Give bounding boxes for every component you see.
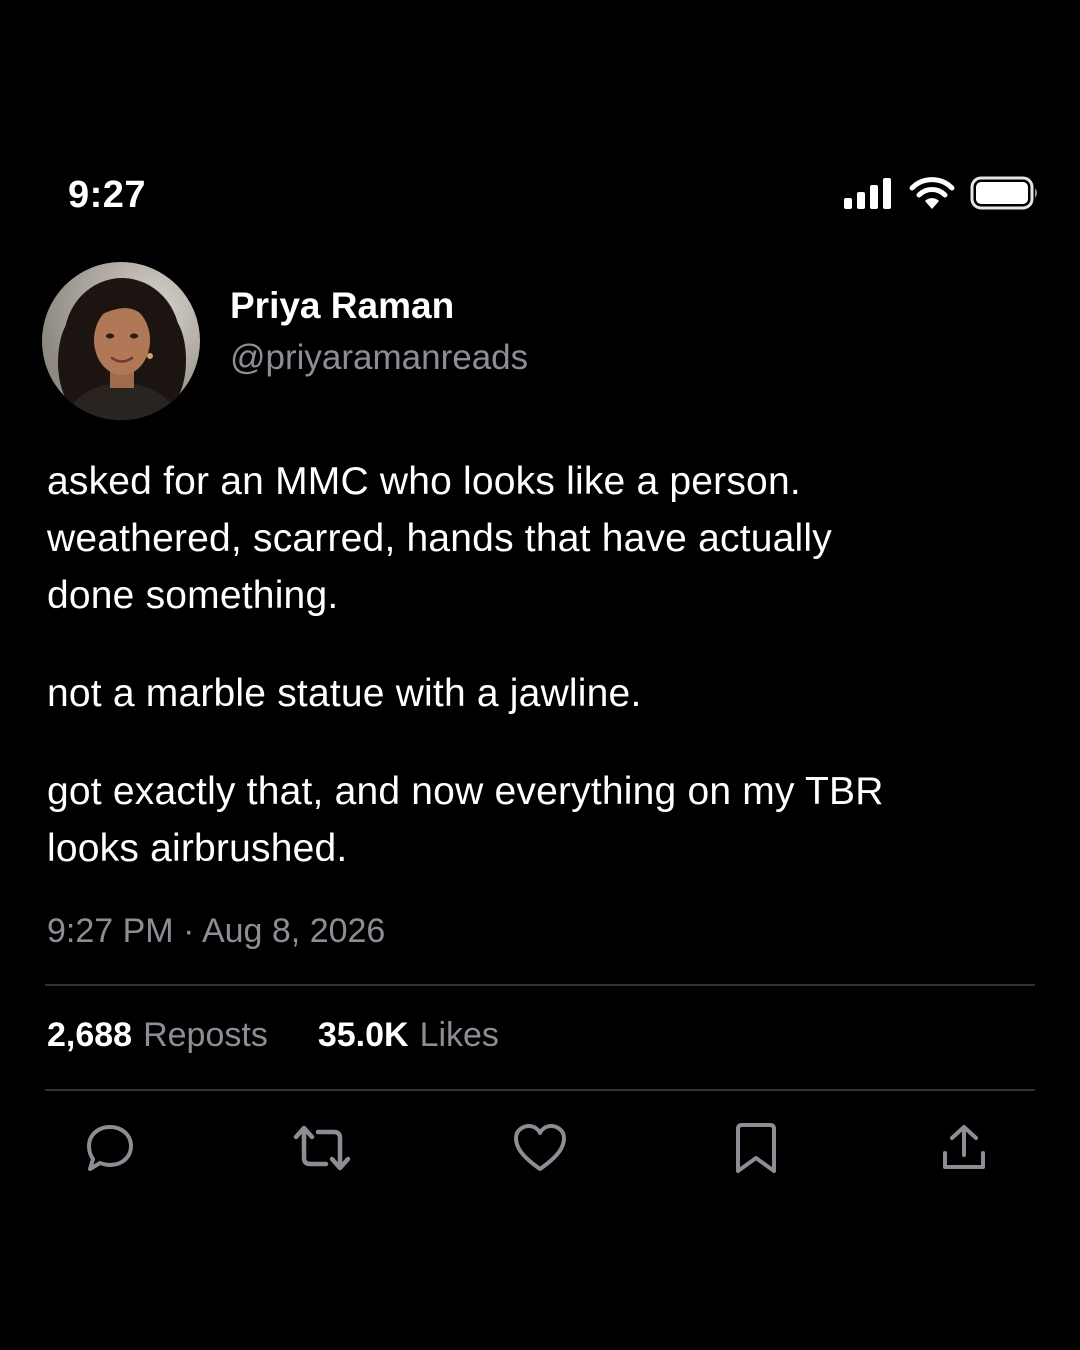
status-time: 9:27 (68, 173, 147, 216)
reply-button[interactable] (80, 1120, 140, 1180)
share-icon (940, 1123, 988, 1178)
repost-button[interactable] (292, 1120, 352, 1180)
battery-icon (970, 176, 1040, 215)
share-button[interactable] (934, 1120, 994, 1180)
divider (45, 984, 1035, 986)
bookmark-button[interactable] (726, 1120, 786, 1180)
repost-icon (292, 1122, 352, 1179)
author-names: Priya Raman @priyaramanreads (230, 284, 528, 380)
post-paragraph: got exactly that, and now everything on … (47, 770, 884, 870)
status-bar: 9:27 (68, 170, 1040, 220)
bookmark-icon (734, 1121, 778, 1180)
likes-label: Likes (419, 1016, 499, 1054)
reply-icon (84, 1122, 136, 1179)
like-icon (513, 1123, 567, 1178)
user-handle[interactable]: @priyaramanreads (230, 336, 528, 380)
divider (45, 1089, 1035, 1091)
likes-count: 35.0K (317, 1016, 409, 1054)
post-paragraph: not a marble statue with a jawline. (47, 672, 642, 715)
engagement-stats: 2,688 Reposts 35.0K Likes (47, 1016, 499, 1055)
like-button[interactable] (510, 1120, 570, 1180)
reposts-label: Reposts (143, 1016, 268, 1054)
likes-stat[interactable]: 35.0K Likes (318, 1016, 499, 1055)
post-body: asked for an MMC who looks like a person… (47, 453, 1037, 918)
action-bar (0, 1120, 1080, 1180)
display-name[interactable]: Priya Raman (230, 284, 528, 328)
reposts-stat[interactable]: 2,688 Reposts (47, 1016, 268, 1055)
post-header: Priya Raman @priyaramanreads (42, 262, 528, 420)
avatar[interactable] (42, 262, 200, 420)
post-timestamp[interactable]: 9:27 PM · Aug 8, 2026 (47, 912, 385, 951)
cellular-signal-icon (844, 177, 894, 214)
avatar-photo (42, 262, 200, 420)
status-icons (844, 176, 1040, 215)
post-paragraph: asked for an MMC who looks like a person… (47, 460, 832, 617)
wifi-icon (908, 176, 956, 215)
reposts-count: 2,688 (47, 1016, 133, 1054)
